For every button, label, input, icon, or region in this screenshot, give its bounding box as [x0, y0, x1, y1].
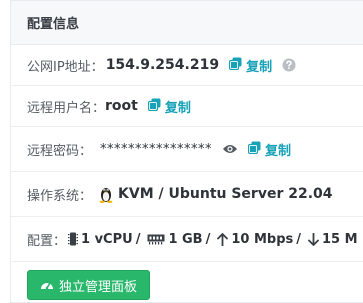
cpu-value: 1 vCPU — [81, 231, 133, 247]
separator: / — [296, 231, 301, 247]
os-value: KVM / Ubuntu Server 22.04 — [118, 186, 333, 202]
ip-label: 公网IP地址： — [27, 59, 104, 75]
ip-value: 154.9.254.219 — [105, 57, 220, 73]
password-row: 远程密码： **************** 复制 — [11, 127, 363, 172]
username-label: 远程用户名： — [27, 100, 106, 116]
arrow-up-icon — [217, 232, 229, 246]
eye-icon[interactable] — [222, 143, 238, 155]
copy-icon — [147, 98, 161, 115]
copy-ip-button[interactable]: 复制 — [228, 56, 273, 75]
copy-password-label: 复制 — [265, 143, 292, 159]
arrow-down-icon — [308, 232, 319, 246]
upload-bandwidth: 10 Mbps — [231, 231, 294, 247]
copy-ip-label: 复制 — [246, 59, 273, 75]
button-area: 独立管理面板 — [11, 262, 363, 300]
config-specs: 1 vCPU / 1 GB / 10 Mbps / 15 M — [66, 232, 358, 247]
management-panel-button[interactable]: 独立管理面板 — [27, 270, 151, 300]
ip-row: 公网IP地址： 154.9.254.219 复制 — [11, 45, 363, 86]
ram-value: 1 GB — [168, 231, 203, 247]
config-label: 配置： — [27, 233, 67, 249]
password-value: **************** — [100, 141, 213, 157]
question-circle-icon[interactable] — [282, 58, 296, 72]
username-row: 远程用户名： root 复制 — [11, 86, 363, 127]
os-label: 操作系统： — [27, 188, 93, 204]
tachometer-icon — [40, 279, 54, 291]
copy-icon — [228, 57, 242, 74]
microchip-icon — [68, 232, 79, 246]
separator: / — [135, 231, 141, 247]
linux-tux-icon — [98, 185, 114, 203]
management-panel-label: 独立管理面板 — [59, 279, 138, 295]
copy-icon — [247, 141, 261, 158]
username-value: root — [105, 98, 138, 114]
download-bandwidth: 15 M — [322, 231, 358, 247]
panel-title: 配置信息 — [11, 1, 363, 45]
copy-username-label: 复制 — [164, 100, 191, 116]
config-info-panel: 配置信息 公网IP地址： 154.9.254.219 复制 远程用户名： roo… — [10, 0, 363, 303]
os-row: 操作系统： KVM / Ubuntu Server 22.04 — [11, 172, 363, 217]
memory-icon — [147, 233, 165, 245]
password-label: 远程密码： — [27, 143, 93, 159]
separator: / — [205, 231, 211, 247]
config-row: 配置： 1 vCPU / 1 GB / 10 Mbps / 15 M — [11, 217, 363, 262]
copy-username-button[interactable]: 复制 — [147, 97, 191, 116]
copy-password-button[interactable]: 复制 — [247, 140, 292, 159]
